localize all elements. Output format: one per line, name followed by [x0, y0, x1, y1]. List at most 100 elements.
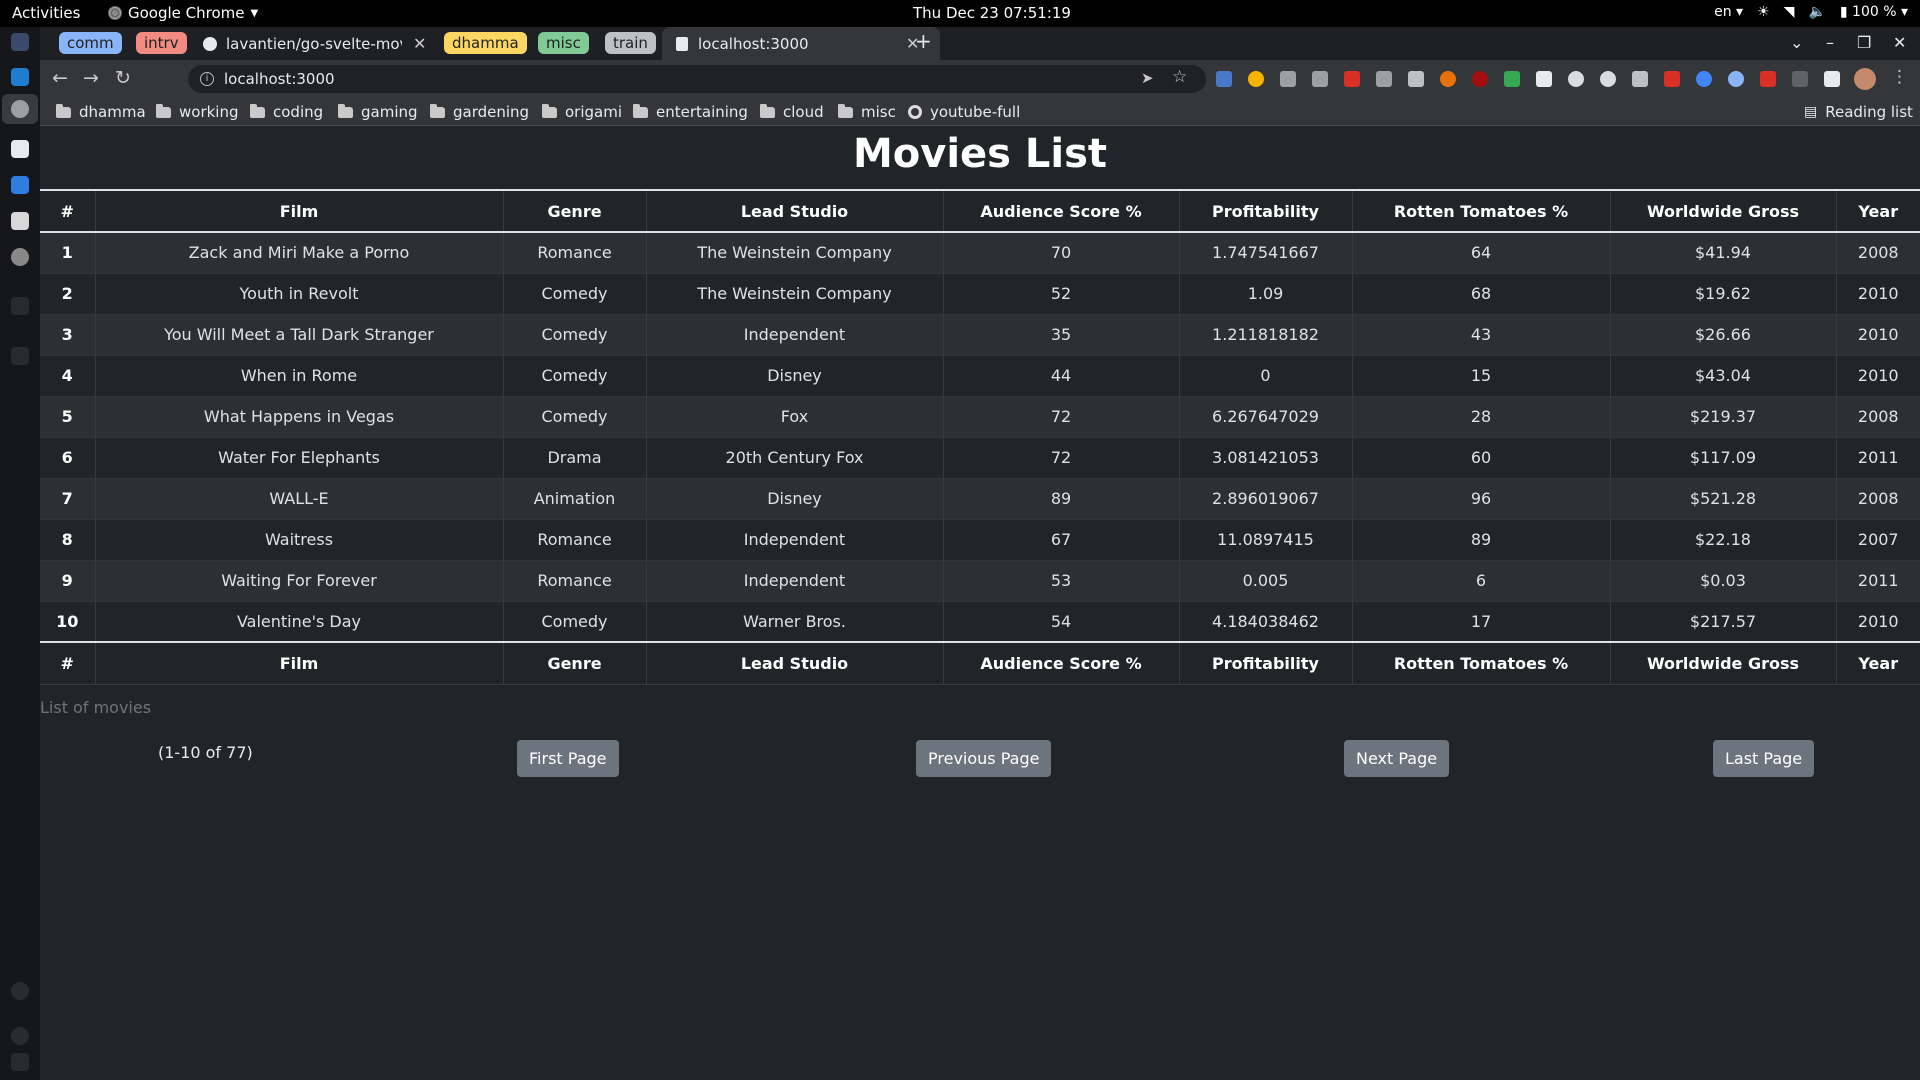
column-footer: Lead Studio: [646, 641, 944, 685]
extension-icon[interactable]: [1664, 71, 1680, 87]
page-title: Movies List: [852, 131, 1108, 177]
last-page-button[interactable]: Last Page: [1713, 740, 1815, 777]
vscode-icon[interactable]: [11, 68, 29, 86]
extension-icon[interactable]: [1344, 71, 1360, 87]
table-cell: $22.18: [1610, 519, 1837, 561]
activities-button[interactable]: Activities: [12, 4, 80, 22]
next-page-button[interactable]: Next Page: [1344, 740, 1450, 777]
close-icon[interactable]: ✕: [413, 34, 426, 53]
puzzle-icon[interactable]: [1824, 71, 1840, 87]
clock-app-icon[interactable]: [11, 248, 29, 266]
extension-icon[interactable]: [1280, 71, 1296, 87]
first-page-button[interactable]: First Page: [517, 740, 619, 777]
table-cell: 2010: [1836, 314, 1920, 356]
table-cell: 2.896019067: [1179, 478, 1353, 520]
extension-icon[interactable]: [1536, 71, 1552, 87]
table-cell: 54: [943, 601, 1180, 643]
tab-group-train[interactable]: train: [605, 32, 656, 54]
battery-status[interactable]: ▮ 100 % ▾: [1840, 4, 1908, 20]
table-cell: 11.0897415: [1179, 519, 1353, 561]
table-cell: Romance: [503, 519, 647, 561]
terminal-icon[interactable]: [11, 140, 29, 158]
bookmark-folder-coding[interactable]: coding: [250, 103, 323, 121]
extension-icon[interactable]: [1504, 71, 1520, 87]
extension-icon[interactable]: [1248, 71, 1264, 87]
table-caption: List of movies: [40, 698, 152, 717]
table-cell: 43: [1352, 314, 1611, 356]
maximize-button[interactable]: ❐: [1857, 33, 1871, 52]
settings-icon[interactable]: [11, 1027, 29, 1045]
extension-icon[interactable]: [1760, 71, 1776, 87]
column-footer: #: [40, 641, 96, 685]
table-cell: 1.211818182: [1179, 314, 1353, 356]
bookmark-folder-entertaining[interactable]: entertaining: [633, 103, 748, 121]
camera-extension-icon[interactable]: [1312, 71, 1328, 87]
translate-extension-icon[interactable]: [1216, 71, 1232, 87]
bookmark-folder-dhamma[interactable]: dhamma: [56, 103, 146, 121]
info-icon[interactable]: i: [200, 72, 214, 86]
bookmark-folder-gardening[interactable]: gardening: [430, 103, 529, 121]
show-apps-icon[interactable]: [11, 1053, 29, 1071]
tab-group-dhamma[interactable]: dhamma: [444, 32, 527, 54]
user-icon[interactable]: [11, 982, 29, 1000]
tab-search-icon[interactable]: ⌄: [1790, 33, 1803, 52]
bookmark-youtube-full[interactable]: youtube-full: [908, 103, 1020, 121]
column-header: Worldwide Gross: [1610, 189, 1837, 233]
bookmark-folder-misc[interactable]: misc: [838, 103, 896, 121]
extension-icon[interactable]: [1376, 71, 1392, 87]
minimize-button[interactable]: –: [1826, 33, 1834, 52]
forward-button[interactable]: →: [83, 67, 99, 89]
search-icon[interactable]: [11, 297, 29, 315]
vue-devtools-icon[interactable]: [1632, 71, 1648, 87]
todo-icon[interactable]: [11, 176, 29, 194]
extension-icon[interactable]: [1568, 71, 1584, 87]
tab-group-misc[interactable]: misc: [538, 32, 589, 54]
wifi-icon: ◥: [1783, 4, 1795, 20]
column-header: Film: [95, 189, 504, 233]
files-icon[interactable]: [11, 212, 29, 230]
reload-button[interactable]: ↻: [115, 67, 131, 89]
table-cell: Valentine's Day: [95, 601, 504, 643]
bookmark-folder-cloud[interactable]: cloud: [760, 103, 824, 121]
chrome-icon: [108, 6, 122, 20]
bookmark-folder-origami[interactable]: origami: [542, 103, 622, 121]
send-icon[interactable]: ➤: [1141, 69, 1154, 87]
language-indicator[interactable]: en ▾: [1714, 4, 1743, 20]
tab-localhost[interactable]: localhost:3000 ✕: [662, 27, 940, 60]
chrome-dock-icon[interactable]: [11, 100, 29, 118]
menu-icon[interactable]: ⋮: [1891, 67, 1908, 87]
bookmark-star-icon[interactable]: ☆: [1172, 67, 1187, 87]
search-extension-icon[interactable]: [1728, 71, 1744, 87]
table-cell: 1.09: [1179, 273, 1353, 315]
tab-github[interactable]: lavantien/go-svelte-movie ✕: [203, 27, 469, 60]
app-menu[interactable]: Google Chrome ▼: [108, 4, 258, 22]
address-bar[interactable]: i localhost:3000: [188, 65, 1206, 93]
tab-group-comm[interactable]: comm: [59, 32, 122, 54]
back-button[interactable]: ←: [52, 67, 68, 89]
app-name: Google Chrome: [128, 4, 245, 22]
extension-icon[interactable]: [1408, 71, 1424, 87]
tab-group-intrv[interactable]: intrv: [136, 32, 187, 54]
extension-icon[interactable]: [1792, 71, 1808, 87]
table-cell: What Happens in Vegas: [95, 396, 504, 438]
reading-list-button[interactable]: ▤ Reading list: [1804, 103, 1913, 121]
previous-page-button[interactable]: Previous Page: [916, 740, 1052, 777]
clock[interactable]: Thu Dec 23 07:51:19: [913, 4, 1071, 22]
globe-icon: [908, 105, 922, 119]
new-tab-button[interactable]: +: [915, 29, 932, 53]
page-icon: [676, 36, 688, 51]
extension-icon[interactable]: [11, 347, 29, 365]
extension-icon[interactable]: [1600, 71, 1616, 87]
column-header: Profitability: [1179, 189, 1353, 233]
column-header: #: [40, 189, 96, 233]
bookmark-folder-gaming[interactable]: gaming: [338, 103, 418, 121]
ublock-icon[interactable]: [1472, 71, 1488, 87]
bookmark-folder-working[interactable]: working: [156, 103, 239, 121]
table-cell: 2010: [1836, 273, 1920, 315]
extension-icon[interactable]: [1440, 71, 1456, 87]
close-window-button[interactable]: ✕: [1893, 33, 1906, 52]
table-cell: 2008: [1836, 232, 1920, 274]
app-icon[interactable]: [11, 33, 29, 51]
avatar[interactable]: [1854, 68, 1876, 90]
extension-icon[interactable]: [1696, 71, 1712, 87]
